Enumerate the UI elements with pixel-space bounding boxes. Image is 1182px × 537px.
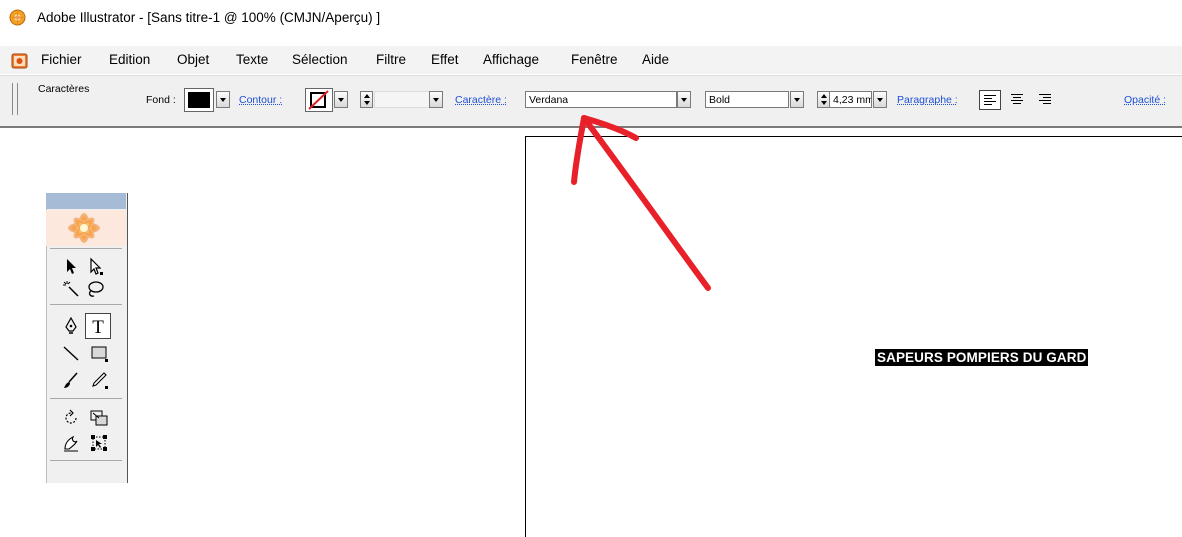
direct-selection-tool-icon	[90, 257, 103, 275]
lasso-tool-icon	[88, 281, 104, 297]
scale-tool-icon	[90, 410, 108, 426]
text-object[interactable]: SAPEURS POMPIERS DU GARD	[875, 349, 1089, 366]
paragraph-label[interactable]: Paragraphe :	[897, 94, 958, 106]
fill-color-chip	[188, 92, 210, 108]
font-size-field[interactable]: 4,23 mm	[830, 91, 872, 108]
line-tool[interactable]	[61, 343, 81, 363]
fill-dropdown[interactable]	[216, 91, 230, 108]
opacity-label[interactable]: Opacité :	[1124, 94, 1166, 106]
font-style-dropdown[interactable]	[790, 91, 804, 108]
svg-text:T: T	[92, 317, 104, 338]
scale-tool[interactable]	[89, 408, 109, 428]
paintbrush-tool[interactable]	[61, 370, 81, 390]
warp-tool[interactable]	[61, 433, 81, 453]
align-left-icon	[984, 95, 996, 105]
free-transform-tool-icon	[91, 435, 107, 451]
menu-filtre[interactable]: Filtre	[376, 52, 406, 67]
menu-fenetre[interactable]: Fenêtre	[571, 52, 618, 67]
selection-tool[interactable]	[61, 256, 81, 276]
type-tool[interactable]: T	[85, 313, 111, 339]
menu-selection[interactable]: Sélection	[292, 52, 348, 67]
font-size-stepper[interactable]	[817, 91, 830, 108]
magic-wand-tool[interactable]	[61, 279, 81, 299]
window-title: Adobe Illustrator - [Sans titre-1 @ 100%…	[37, 10, 381, 25]
panel-grip-2[interactable]	[17, 83, 18, 115]
pencil-tool[interactable]	[89, 370, 109, 390]
characters-panel-label: Caractères	[38, 83, 90, 95]
menu-fichier[interactable]: Fichier	[41, 52, 82, 67]
pen-tool-icon	[65, 316, 77, 334]
magic-wand-tool-icon	[63, 281, 79, 297]
menu-aide[interactable]: Aide	[642, 52, 669, 67]
align-right-button[interactable]	[1035, 90, 1057, 110]
align-center-icon	[1011, 94, 1023, 104]
rotate-tool[interactable]	[61, 408, 81, 428]
stroke-label[interactable]: Contour :	[239, 94, 282, 106]
tools-panel-logo	[46, 210, 126, 246]
rectangle-tool[interactable]	[89, 343, 109, 363]
direct-selection-tool[interactable]	[85, 256, 105, 276]
lasso-tool[interactable]	[85, 279, 105, 299]
rotate-tool-icon	[65, 409, 77, 424]
menu-objet[interactable]: Objet	[177, 52, 209, 67]
stroke-weight-field[interactable]	[374, 91, 432, 108]
line-tool-icon	[63, 346, 79, 361]
illustrator-app-icon[interactable]	[9, 9, 26, 26]
tools-separator	[50, 248, 122, 249]
pencil-tool-icon	[92, 372, 108, 389]
document-icon[interactable]	[11, 52, 29, 70]
tools-separator	[50, 304, 122, 305]
tools-panel-header[interactable]	[46, 193, 126, 209]
rectangle-tool-icon	[91, 346, 108, 362]
align-center-button[interactable]	[1007, 90, 1029, 110]
tools-separator	[50, 460, 122, 461]
pen-tool[interactable]	[61, 316, 81, 336]
align-right-icon	[1039, 94, 1051, 104]
stroke-dropdown[interactable]	[334, 91, 348, 108]
fill-label: Fond :	[146, 94, 176, 106]
free-transform-tool[interactable]	[89, 433, 109, 453]
menu-effet[interactable]: Effet	[431, 52, 459, 67]
menu-affichage[interactable]: Affichage	[483, 52, 539, 67]
annotation-arrow	[571, 115, 711, 291]
stroke-swatch[interactable]	[305, 88, 333, 112]
menu-edition[interactable]: Edition	[109, 52, 150, 67]
fill-swatch[interactable]	[184, 88, 214, 112]
paintbrush-tool-icon	[64, 372, 78, 388]
align-left-button[interactable]	[979, 90, 1001, 110]
tools-separator	[50, 398, 122, 399]
panel-grip[interactable]	[12, 83, 13, 115]
menu-texte[interactable]: Texte	[236, 52, 268, 67]
selection-tool-icon	[67, 259, 76, 274]
stroke-weight-stepper[interactable]	[360, 91, 373, 108]
font-size-dropdown[interactable]	[873, 91, 887, 108]
font-family-field[interactable]: Verdana	[525, 91, 677, 108]
character-label[interactable]: Caractère :	[455, 94, 507, 106]
stroke-weight-dropdown[interactable]	[429, 91, 443, 108]
illustrator-flower-logo	[46, 210, 126, 246]
font-family-dropdown[interactable]	[677, 91, 691, 108]
warp-tool-icon	[64, 435, 78, 452]
font-style-field[interactable]: Bold	[705, 91, 789, 108]
type-tool-icon: T	[92, 317, 104, 338]
